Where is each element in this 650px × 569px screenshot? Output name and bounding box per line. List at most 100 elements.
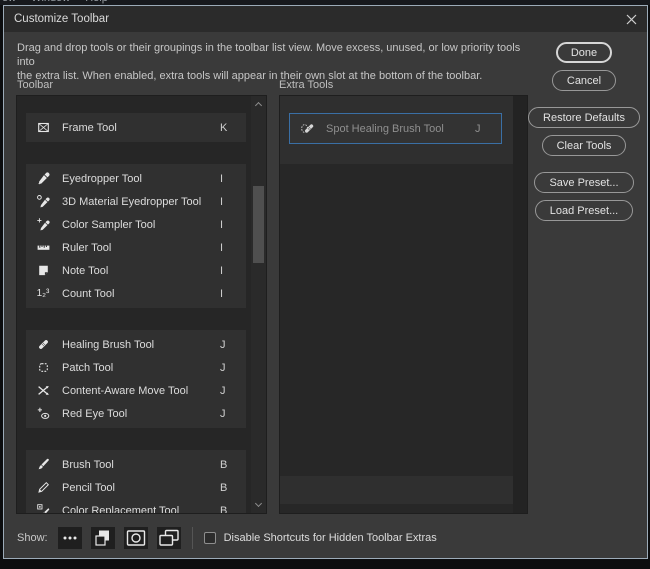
color-swatches-icon[interactable] bbox=[91, 527, 115, 549]
screen-mode-icon[interactable] bbox=[157, 527, 181, 549]
close-icon bbox=[626, 14, 637, 25]
tool-shortcut-label: I bbox=[220, 219, 246, 231]
tool-shortcut-label: K bbox=[220, 122, 246, 134]
toolbar-scrollbar[interactable] bbox=[251, 96, 266, 513]
tool-name-label: Frame Tool bbox=[62, 122, 216, 134]
tool-name-label: Eyedropper Tool bbox=[62, 173, 216, 185]
load-preset-button[interactable]: Load Preset... bbox=[535, 200, 634, 221]
tool-row[interactable]: Brush Tool B bbox=[26, 453, 246, 476]
tool-name-label: Count Tool bbox=[62, 288, 216, 300]
toolbar-list-panel: Frame Tool K Eyedropper Tool I 3D Materi… bbox=[16, 95, 267, 514]
extra-tools-scrollbar-gutter bbox=[513, 96, 527, 513]
toolbar-column-label: Toolbar bbox=[17, 79, 53, 91]
tool-row[interactable]: Patch Tool J bbox=[26, 356, 246, 379]
tool-row[interactable]: Pencil Tool B bbox=[26, 476, 246, 499]
tool-shortcut-label: I bbox=[220, 196, 246, 208]
colorreplace-icon bbox=[36, 504, 50, 514]
done-button[interactable]: Done bbox=[556, 42, 612, 63]
tool-name-label: Content-Aware Move Tool bbox=[62, 385, 216, 397]
show-label: Show: bbox=[17, 532, 48, 544]
tool-row[interactable]: Color Replacement Tool B bbox=[26, 499, 246, 514]
tool-name-label: Pencil Tool bbox=[62, 482, 216, 494]
dialog-titlebar[interactable]: Customize Toolbar bbox=[4, 6, 647, 32]
tool-row[interactable]: Eyedropper Tool I bbox=[26, 167, 246, 190]
extra-tools-bottom-slot bbox=[280, 476, 514, 504]
description-line-1: Drag and drop tools or their groupings i… bbox=[17, 41, 529, 69]
tool-row[interactable]: Color Sampler Tool I bbox=[26, 213, 246, 236]
spothealing-icon bbox=[300, 122, 314, 135]
ellipsis-icon[interactable] bbox=[58, 527, 82, 549]
menu-item[interactable]: Help bbox=[85, 0, 108, 4]
description-line-2: the extra list. When enabled, extra tool… bbox=[17, 69, 529, 83]
patch-icon bbox=[36, 361, 50, 374]
tool-shortcut-label: B bbox=[220, 482, 246, 494]
dialog-title: Customize Toolbar bbox=[4, 13, 109, 25]
tool-row[interactable]: 3D Material Eyedropper Tool I bbox=[26, 190, 246, 213]
menu-item[interactable]: ew bbox=[2, 0, 16, 4]
tool-row[interactable]: Note Tool I bbox=[26, 259, 246, 282]
tool-row[interactable]: 1₂³ Count Tool I bbox=[26, 282, 246, 305]
disable-shortcuts-label[interactable]: Disable Shortcuts for Hidden Toolbar Ext… bbox=[224, 532, 437, 544]
tool-shortcut-label: B bbox=[220, 505, 246, 515]
scroll-up-icon[interactable] bbox=[255, 102, 262, 109]
screen: ew Window Help Customize Toolbar Drag and … bbox=[0, 0, 650, 569]
tool-group: Healing Brush Tool J Patch Tool J Conten… bbox=[26, 330, 246, 428]
tool-row[interactable]: Content-Aware Move Tool J bbox=[26, 379, 246, 402]
tool-name-label: Color Replacement Tool bbox=[62, 505, 216, 515]
close-button[interactable] bbox=[622, 10, 640, 28]
disable-shortcuts-checkbox[interactable] bbox=[204, 532, 216, 544]
restore-defaults-button[interactable]: Restore Defaults bbox=[528, 107, 640, 128]
healing-icon bbox=[36, 338, 50, 351]
footer-divider bbox=[192, 527, 193, 549]
tool-shortcut-label: J bbox=[220, 385, 246, 397]
tool-shortcut-label: J bbox=[220, 362, 246, 374]
redeye-icon bbox=[36, 407, 50, 420]
tool-name-label: Healing Brush Tool bbox=[62, 339, 216, 351]
tool-shortcut-label: J bbox=[220, 339, 246, 351]
brush-icon bbox=[36, 458, 50, 471]
tool-shortcut-label: J bbox=[475, 123, 501, 135]
customize-toolbar-dialog: Customize Toolbar Drag and drop tools or… bbox=[3, 5, 648, 559]
clear-tools-button[interactable]: Clear Tools bbox=[542, 135, 627, 156]
tool-shortcut-label: I bbox=[220, 173, 246, 185]
tool-group: Brush Tool B Pencil Tool B Color Replace… bbox=[26, 450, 246, 514]
tool-shortcut-label: I bbox=[220, 288, 246, 300]
scrollbar-thumb[interactable] bbox=[253, 186, 264, 263]
quick-mask-icon[interactable] bbox=[124, 527, 148, 549]
tool-shortcut-label: I bbox=[220, 242, 246, 254]
colorsampler-icon bbox=[36, 218, 50, 231]
tool-row[interactable]: Frame Tool K bbox=[26, 116, 246, 139]
frame-icon bbox=[36, 121, 50, 134]
tool-name-label: Spot Healing Brush Tool bbox=[326, 123, 471, 135]
tool-name-label: Red Eye Tool bbox=[62, 408, 216, 420]
dialog-description: Drag and drop tools or their groupings i… bbox=[17, 41, 529, 83]
note-icon bbox=[36, 264, 50, 277]
pencil-icon bbox=[36, 481, 50, 494]
tool-name-label: Patch Tool bbox=[62, 362, 216, 374]
tool-row[interactable]: Ruler Tool I bbox=[26, 236, 246, 259]
tool-group: Frame Tool K bbox=[26, 113, 246, 142]
scroll-down-icon[interactable] bbox=[255, 500, 262, 507]
dialog-footer: Show: Disable Shortcuts for Hidden Toolb… bbox=[17, 525, 437, 551]
extra-tool-row[interactable]: Spot Healing Brush Tool J bbox=[289, 113, 502, 144]
eyedropper-icon bbox=[36, 172, 50, 185]
tool-row[interactable]: Healing Brush Tool J bbox=[26, 333, 246, 356]
cancel-button[interactable]: Cancel bbox=[552, 70, 616, 91]
eyedropper3d-icon bbox=[36, 195, 50, 208]
tool-name-label: Color Sampler Tool bbox=[62, 219, 216, 231]
tool-group: Eyedropper Tool I 3D Material Eyedropper… bbox=[26, 164, 246, 308]
extra-tools-panel: Spot Healing Brush Tool J bbox=[279, 95, 528, 514]
save-preset-button[interactable]: Save Preset... bbox=[534, 172, 633, 193]
tool-row[interactable]: Red Eye Tool J bbox=[26, 402, 246, 425]
tool-shortcut-label: J bbox=[220, 408, 246, 420]
extra-tools-column-label: Extra Tools bbox=[279, 79, 333, 91]
menu-item[interactable]: Window bbox=[31, 0, 70, 4]
tool-name-label: Ruler Tool bbox=[62, 242, 216, 254]
tool-shortcut-label: I bbox=[220, 265, 246, 277]
contentaware-icon bbox=[36, 384, 50, 397]
tool-name-label: 3D Material Eyedropper Tool bbox=[62, 196, 216, 208]
ruler-icon bbox=[36, 241, 50, 254]
count-icon: 1₂³ bbox=[36, 288, 50, 299]
tool-shortcut-label: B bbox=[220, 459, 246, 471]
tool-name-label: Brush Tool bbox=[62, 459, 216, 471]
